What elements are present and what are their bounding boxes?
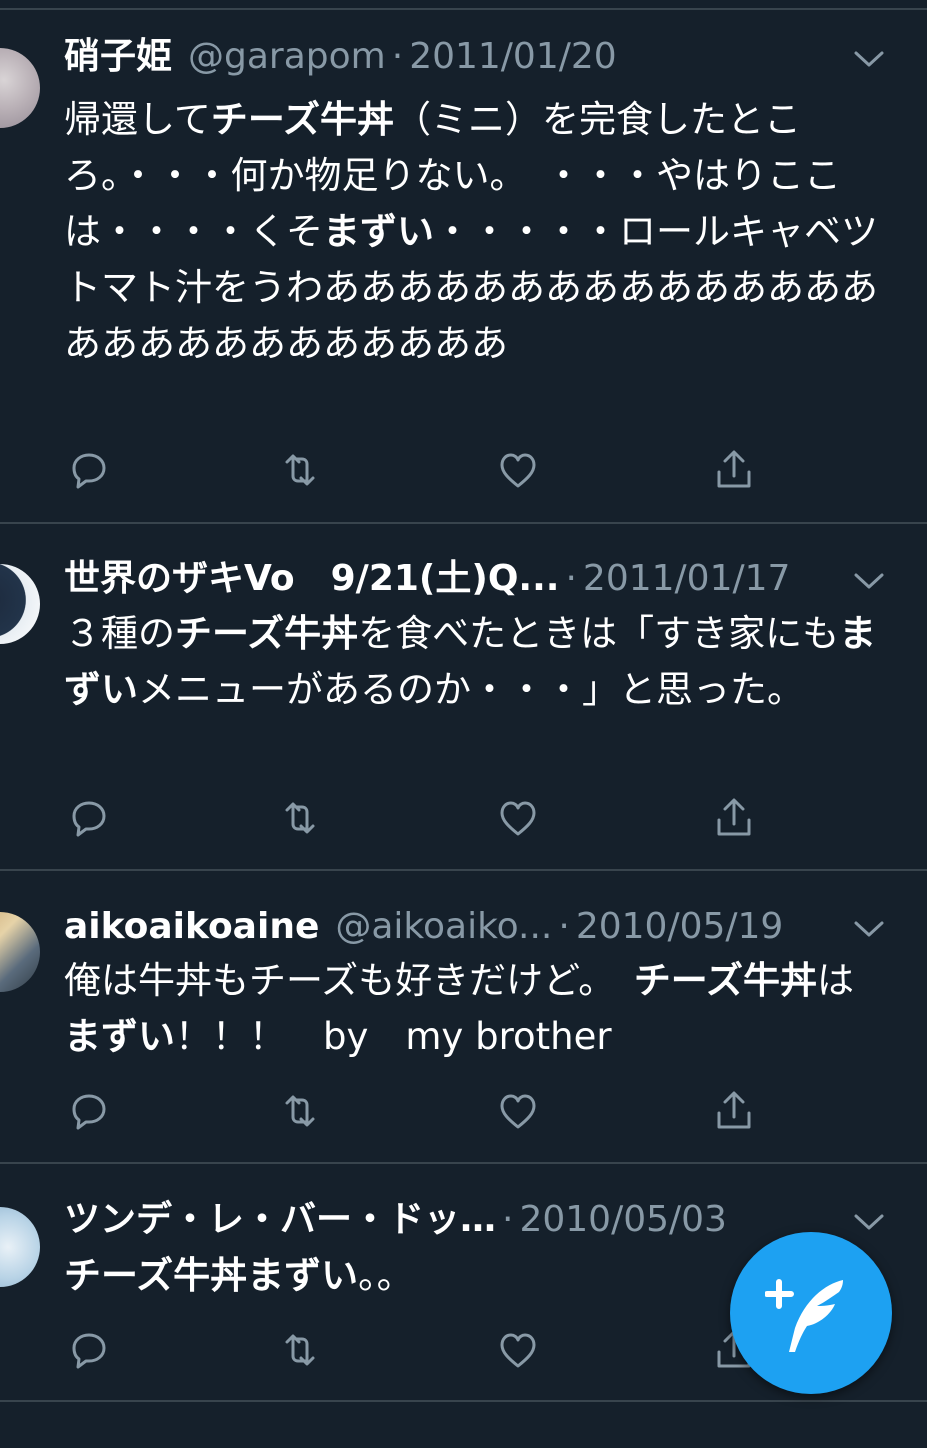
retweet-icon [285, 454, 315, 486]
reply-icon [72, 1333, 106, 1369]
tweet-actions [64, 1326, 764, 1376]
user-handle[interactable]: @aikoaiko... [335, 902, 552, 952]
share-button[interactable] [710, 1087, 758, 1135]
reply-icon [72, 453, 106, 489]
separator-dot: · [565, 558, 577, 599]
user-name[interactable]: ツンデ・レ・バー・ドッ… [64, 1195, 496, 1245]
like-button[interactable] [494, 1326, 542, 1374]
highlighted-keyword: チーズ牛丼 [175, 612, 359, 655]
reply-button[interactable] [64, 794, 112, 842]
tweet-actions [64, 446, 764, 496]
like-icon [500, 1094, 536, 1129]
tweet-date[interactable]: 2010/05/03 [519, 1195, 727, 1245]
avatar[interactable] [0, 48, 40, 128]
share-button[interactable] [710, 446, 758, 494]
like-button[interactable] [494, 446, 542, 494]
tweet-row[interactable]: aikoaikoaine @aikoaiko... · 2010/05/19 俺は牛丼も… [0, 871, 927, 1164]
reply-icon [72, 801, 106, 837]
avatar[interactable] [0, 1207, 40, 1287]
tweet-header: 硝子姫 @garapom · 2011/01/20 [64, 32, 847, 82]
retweet-button[interactable] [276, 1087, 324, 1135]
tweet-text: 帰還してチーズ牛丼（ミニ）を完食したところ。・・・何か物足りない。 ・・・やはり… [64, 92, 884, 372]
text-segment: 俺は牛丼もチーズも好きだけど。 [64, 959, 634, 1002]
top-divider [0, 0, 927, 10]
user-name[interactable]: 硝子姫 [64, 32, 172, 82]
retweet-button[interactable] [276, 1326, 324, 1374]
retweet-button[interactable] [276, 794, 324, 842]
tweet-header: ツンデ・レ・バー・ドッ… · 2010/05/03 [64, 1195, 847, 1245]
highlighted-keyword: まずい [323, 210, 434, 253]
share-icon [717, 1091, 751, 1129]
tweet-actions [64, 794, 764, 844]
tweet-date[interactable]: 2010/05/19 [576, 902, 784, 952]
text-segment: 。。 [358, 1254, 414, 1297]
tweet-row[interactable]: 硝子姫 @garapom · 2011/01/20 帰還してチーズ牛丼（ミニ）を完食した… [0, 14, 927, 524]
chevron-down-icon[interactable] [853, 1212, 885, 1232]
like-icon [500, 801, 536, 836]
reply-icon [72, 1094, 106, 1130]
tweet-actions [64, 1087, 764, 1137]
reply-button[interactable] [64, 1087, 112, 1135]
compose-tweet-button[interactable] [730, 1232, 892, 1394]
like-button[interactable] [494, 1087, 542, 1135]
separator-dot: · [502, 1199, 514, 1240]
separator-dot: · [558, 906, 570, 947]
tweet-text: ３種のチーズ牛丼を食べたときは「すき家にもまずいメニューがあるのか・・・」と思っ… [64, 606, 884, 718]
tweet-text: 俺は牛丼もチーズも好きだけど。 チーズ牛丼はまずい！！！ by my broth… [64, 953, 884, 1065]
text-segment: ３種の [64, 612, 175, 655]
avatar[interactable] [0, 564, 40, 644]
retweet-icon [285, 802, 315, 834]
highlighted-keyword: まずい [64, 1015, 175, 1058]
tweet-header: aikoaikoaine @aikoaiko... · 2010/05/19 [64, 902, 847, 952]
reply-button[interactable] [64, 1326, 112, 1374]
reply-button[interactable] [64, 446, 112, 494]
highlighted-keyword: チーズ牛丼 [210, 98, 395, 141]
text-segment: 帰還して [64, 98, 211, 141]
highlighted-keyword: チーズ牛丼まずい [64, 1254, 359, 1297]
retweet-icon [285, 1334, 315, 1366]
like-icon [500, 453, 536, 488]
compose-tweet-icon [765, 1279, 843, 1352]
text-segment: メニューがあるのか・・・」と思った。 [138, 668, 804, 711]
retweet-icon [285, 1095, 315, 1127]
chevron-down-icon[interactable] [853, 571, 885, 591]
like-button[interactable] [494, 794, 542, 842]
timeline-feed: 硝子姫 @garapom · 2011/01/20 帰還してチーズ牛丼（ミニ）を完食した… [0, 0, 927, 1448]
user-name[interactable]: 世界のザキVo 9/21(土)Q... [64, 554, 559, 604]
tweet-date[interactable]: 2011/01/20 [409, 32, 617, 82]
user-name[interactable]: aikoaikoaine [64, 902, 319, 952]
chevron-down-icon[interactable] [853, 49, 885, 69]
user-handle[interactable]: @garapom [188, 32, 386, 82]
text-segment: ！！！ by my brother [175, 1015, 612, 1058]
share-button[interactable] [710, 794, 758, 842]
share-icon [717, 450, 751, 488]
retweet-button[interactable] [276, 446, 324, 494]
chevron-down-icon[interactable] [853, 919, 885, 939]
like-icon [500, 1333, 536, 1368]
tweet-header: 世界のザキVo 9/21(土)Q... · 2011/01/17 [64, 554, 847, 604]
separator-dot: · [391, 36, 404, 77]
tweet-date[interactable]: 2011/01/17 [583, 554, 791, 604]
avatar[interactable] [0, 912, 40, 992]
text-segment: は [816, 959, 854, 1002]
highlighted-keyword: チーズ牛丼 [633, 959, 817, 1002]
share-icon [717, 798, 751, 836]
tweet-row[interactable]: 世界のザキVo 9/21(土)Q... · 2011/01/17 ３種のチーズ牛丼を食… [0, 524, 927, 871]
text-segment: を食べたときは「すき家にも [358, 612, 840, 655]
